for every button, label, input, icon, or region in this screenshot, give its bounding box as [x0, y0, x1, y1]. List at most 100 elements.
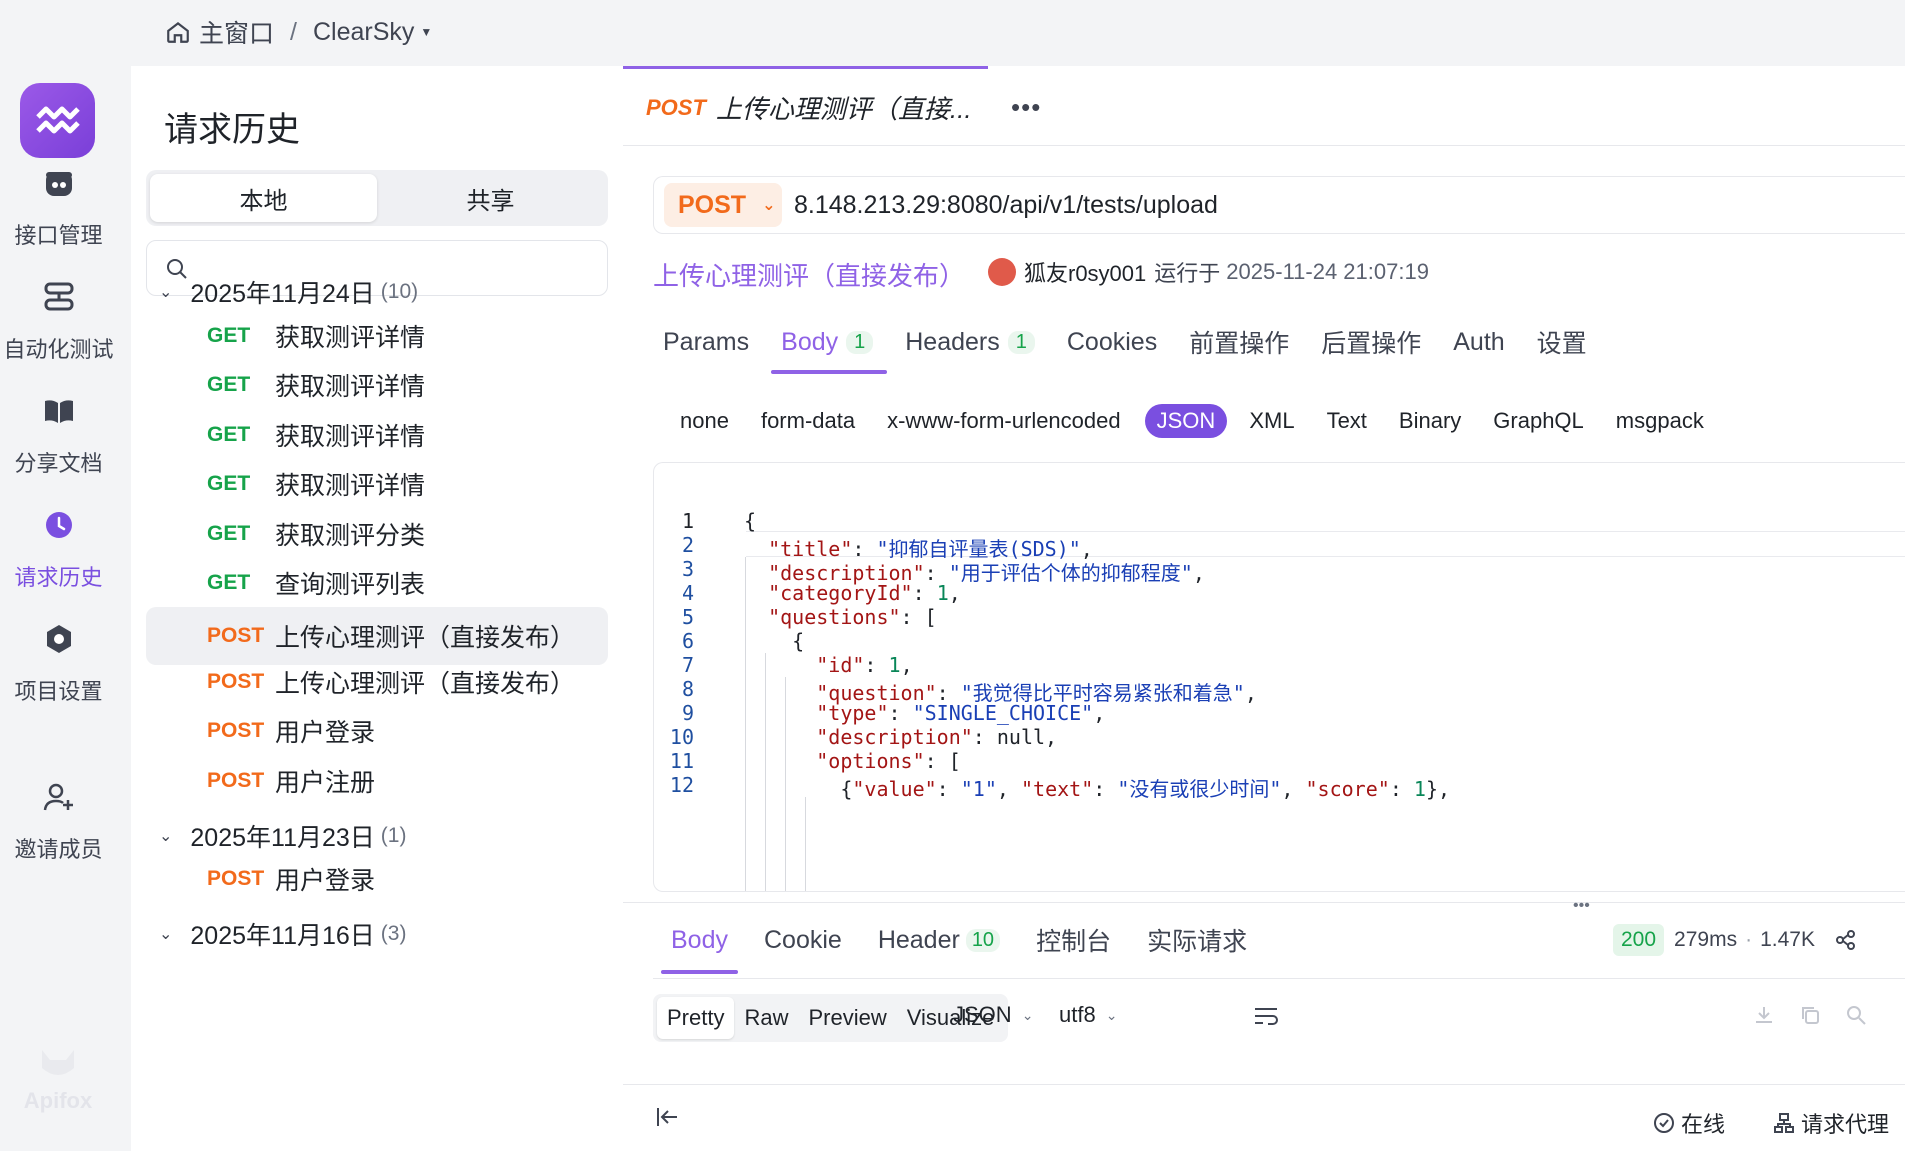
method-select[interactable]: POST ⌄ [664, 183, 782, 227]
history-group-2025-11-24[interactable]: ⌄ 2025年11月24日 (10) [159, 274, 418, 310]
tab-local[interactable]: 本地 [150, 174, 377, 222]
line-number: 1 [681, 509, 694, 533]
group-count: (1) [380, 824, 407, 847]
code-line: "description": null, [816, 725, 1058, 749]
response-size: 1.47K [1760, 928, 1815, 951]
line-number: 5 [681, 605, 694, 629]
body-type-urlencoded[interactable]: x-www-form-urlencoded [887, 404, 1121, 438]
body-type-form-data[interactable]: form-data [761, 404, 855, 438]
method-badge: POST [207, 867, 265, 890]
rail-item-automation[interactable]: 自动化测试 [0, 280, 117, 364]
rail-item-api[interactable]: 接口管理 [0, 166, 117, 250]
body-type-xml[interactable]: XML [1249, 404, 1294, 438]
line-number: 11 [669, 749, 694, 773]
download-icon[interactable] [1753, 1004, 1775, 1031]
left-rail: 接口管理 自动化测试 分享文档 请求历史 项目设置 邀请成员 Apifox [0, 66, 131, 1151]
more-icon[interactable]: ••• [1011, 92, 1041, 123]
request-proxy[interactable]: 请求代理 [1773, 1107, 1889, 1139]
pane-splitter[interactable]: ••• [623, 897, 1905, 914]
tab-post-ops[interactable]: 后置操作 [1321, 324, 1421, 360]
history-scope-toggle: 本地 共享 [146, 170, 608, 226]
book-icon [44, 400, 73, 423]
app-logo[interactable] [20, 83, 95, 158]
tab-auth[interactable]: Auth [1453, 324, 1504, 360]
view-preview[interactable]: Preview [798, 997, 896, 1039]
tab-cookies[interactable]: Cookies [1067, 324, 1157, 360]
tab-response-body[interactable]: Body [661, 922, 738, 974]
api-icon [45, 172, 72, 196]
history-title: 请求历史 [164, 111, 300, 149]
history-group-2025-11-23[interactable]: ⌄ 2025年11月23日 (1) [159, 818, 406, 854]
body-type-text[interactable]: Text [1327, 404, 1367, 438]
history-item[interactable]: GET 查询测评列表 [146, 554, 608, 612]
history-item-name: 上传心理测评（直接发布） [275, 624, 576, 652]
rail-item-history[interactable]: 请求历史 [0, 508, 117, 592]
tab-params[interactable]: Params [663, 324, 749, 360]
copy-icon[interactable] [1799, 1004, 1821, 1031]
rail-item-settings[interactable]: 项目设置 [0, 622, 117, 706]
tab-settings[interactable]: 设置 [1537, 324, 1587, 360]
caret-down-icon[interactable]: ▼ [420, 25, 432, 39]
tab-title: 上传心理测评（直接... [715, 94, 972, 124]
rail-item-label: 项目设置 [14, 679, 103, 704]
view-pretty[interactable]: Pretty [657, 997, 735, 1039]
body-type-graphql[interactable]: GraphQL [1493, 404, 1584, 438]
group-count: (3) [380, 922, 407, 945]
history-item[interactable]: POST 用户登录 [146, 850, 608, 908]
rail-item-invite[interactable]: 邀请成员 [0, 780, 117, 864]
fox-icon [42, 1050, 74, 1075]
line-number: 7 [681, 653, 694, 677]
online-status[interactable]: 在线 [1653, 1107, 1725, 1139]
collapse-sidebar-icon[interactable] [655, 1105, 681, 1129]
request-editor: POST 上传心理测评（直接... ••• POST ⌄ 8.148.213.2… [623, 66, 1905, 1151]
json-body-editor[interactable]: 1{2 "title": "抑郁自评量表(SDS)", 3 "descriptio… [653, 462, 1905, 892]
tab-response-header[interactable]: Header 10 [878, 922, 1001, 958]
count-badge: 1 [1007, 330, 1035, 354]
line-number: 8 [681, 677, 694, 701]
tab-actual-request[interactable]: 实际请求 [1147, 922, 1247, 958]
breadcrumb-home[interactable]: 主窗口 [199, 14, 274, 50]
method-badge: GET [207, 324, 251, 347]
rail-item-label: 分享文档 [14, 451, 103, 476]
automation-icon [44, 282, 73, 311]
url-input[interactable]: 8.148.213.29:8080/api/v1/tests/upload [794, 191, 1218, 220]
body-type-binary[interactable]: Binary [1399, 404, 1461, 438]
rail-item-docs[interactable]: 分享文档 [0, 394, 117, 478]
view-raw[interactable]: Raw [734, 997, 798, 1039]
code-line: "categoryId": 1, [768, 581, 961, 605]
status-bar: 在线 请求代理 [623, 1084, 1905, 1151]
request-tab-active[interactable]: POST 上传心理测评（直接... [623, 66, 988, 146]
search-icon[interactable] [1845, 1004, 1867, 1031]
body-type-json[interactable]: JSON [1144, 404, 1228, 438]
method-badge: GET [207, 373, 251, 396]
tab-body[interactable]: Body 1 [771, 324, 888, 374]
chevron-down-icon: ⌄ [762, 197, 776, 214]
history-panel: 请求历史 本地 共享 ⌄ 2025年11月24日 (10) GET 获取测评详情 … [131, 66, 623, 1151]
body-type-msgpack[interactable]: msgpack [1616, 404, 1704, 438]
word-wrap-icon[interactable] [1253, 1004, 1279, 1028]
drag-handle-icon[interactable]: ••• [1573, 897, 1590, 915]
count-badge: 10 [965, 928, 1001, 952]
history-item[interactable]: POST 用户注册 [146, 752, 608, 810]
body-type-none[interactable]: none [680, 404, 729, 438]
breadcrumb: 主窗口 / ClearSky ▼ [165, 14, 432, 50]
history-group-2025-11-16[interactable]: ⌄ 2025年11月16日 (3) [159, 916, 406, 952]
tab-pre-ops[interactable]: 前置操作 [1189, 324, 1289, 360]
tab-console[interactable]: 控制台 [1036, 922, 1111, 958]
code-line: { [744, 509, 757, 533]
rail-item-label: 邀请成员 [14, 837, 103, 862]
count-badge: 1 [846, 330, 874, 354]
request-name[interactable]: 上传心理测评（直接发布） [653, 256, 965, 293]
tab-response-cookie[interactable]: Cookie [764, 922, 842, 958]
format-select[interactable]: JSON ⌄ [953, 1002, 1033, 1028]
share-icon[interactable] [1835, 929, 1857, 951]
home-icon[interactable] [165, 19, 191, 45]
line-number: 10 [669, 725, 694, 749]
clock-icon [45, 512, 72, 538]
encoding-select[interactable]: utf8 ⌄ [1059, 1002, 1117, 1028]
code-line: { [744, 629, 805, 653]
tab-shared[interactable]: 共享 [377, 174, 604, 222]
history-item-name: 获取测评分类 [275, 522, 426, 550]
breadcrumb-project[interactable]: ClearSky [313, 18, 414, 47]
tab-headers[interactable]: Headers 1 [905, 324, 1035, 360]
